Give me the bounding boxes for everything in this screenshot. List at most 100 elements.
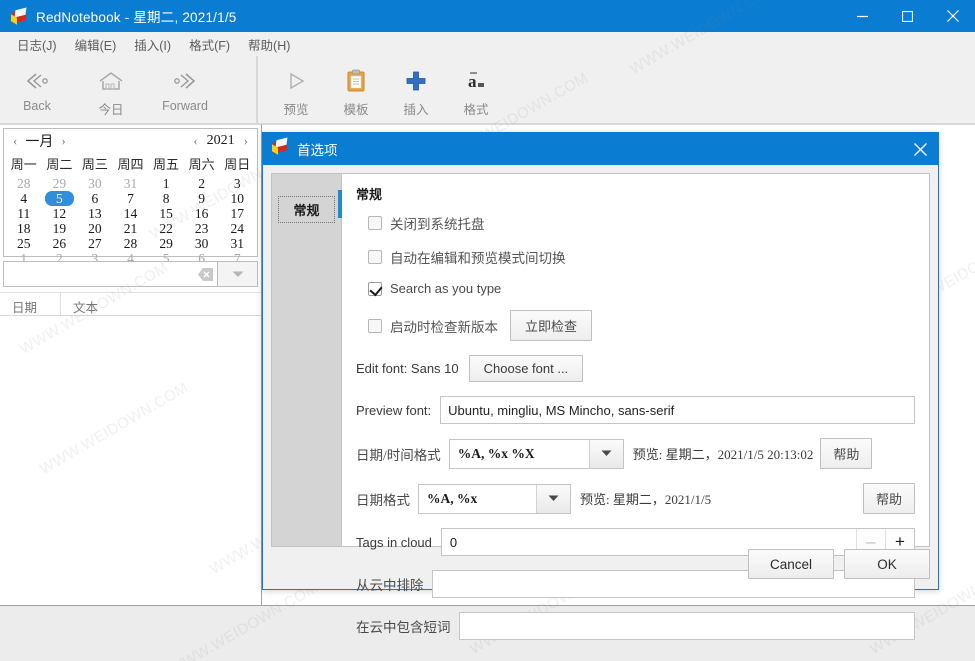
calendar-day[interactable]: 13 (77, 206, 113, 221)
calendar-day[interactable]: 22 (148, 221, 184, 236)
choose-font-button[interactable]: Choose font ... (468, 355, 584, 382)
calendar-day[interactable]: 27 (77, 236, 113, 251)
column-header-date[interactable]: 日期 (0, 293, 61, 315)
calendar-day[interactable]: 31 (219, 236, 255, 251)
datetime-format-combo[interactable]: %A, %x %X (448, 438, 624, 469)
search-as-you-type-checkbox[interactable] (368, 281, 382, 296)
check-now-button[interactable]: 立即检查 (510, 310, 593, 341)
calendar-prev-month-button[interactable]: ‹ (9, 133, 21, 149)
calendar-day[interactable]: 24 (219, 221, 255, 236)
window-titlebar: RedNotebook - 星期二, 2021/1/5 (0, 0, 975, 32)
calendar-day[interactable]: 31 (113, 176, 149, 191)
check-version-on-startup-checkbox[interactable] (368, 318, 382, 333)
calendar-day[interactable]: 30 (77, 176, 113, 191)
calendar-day[interactable]: 21 (113, 221, 149, 236)
calendar-day[interactable]: 4 (6, 191, 42, 206)
calendar-day[interactable]: 28 (6, 176, 42, 191)
calendar-day[interactable]: 8 (148, 191, 184, 206)
date-format-combo[interactable]: %A, %x (418, 483, 571, 514)
preview-font-label: Preview font: (356, 402, 432, 418)
toolbar-today-label: 今日 (98, 103, 124, 117)
calendar-day[interactable]: 9 (184, 191, 220, 206)
calendar-prev-year-button[interactable]: ‹ (189, 133, 201, 149)
auto-switch-edit-preview-checkbox[interactable] (368, 250, 382, 264)
calendar-day[interactable]: 19 (42, 221, 78, 236)
toolbar-insert[interactable]: 插入 (386, 56, 446, 122)
chevron-down-icon[interactable] (536, 484, 570, 513)
chevron-down-icon[interactable] (588, 439, 623, 468)
toolbar-format[interactable]: a 格式 (446, 56, 506, 122)
check-version-label: 启动时检查新版本 (390, 319, 498, 335)
tab-general[interactable]: 常规 (278, 196, 335, 223)
pane-title: 常规 (356, 187, 383, 202)
calendar-next-year-button[interactable]: › (240, 133, 252, 149)
calendar-day[interactable]: 29 (42, 176, 78, 191)
calendar-day[interactable]: 12 (42, 206, 78, 221)
datetime-format-preview: 预览: 星期二，2021/1/5 20:13:02 (632, 447, 814, 462)
clipboard-template-icon (345, 66, 367, 96)
datetime-format-value: %A, %x %X (457, 445, 535, 461)
toolbar-today[interactable]: 今日 (74, 56, 148, 122)
date-format-preview: 预览: 星期二，2021/1/5 (580, 492, 712, 507)
cancel-button[interactable]: Cancel (748, 549, 834, 579)
datetime-format-help-button[interactable]: 帮助 (820, 438, 873, 469)
column-header-text[interactable]: 文本 (61, 293, 98, 315)
date-format-value: %A, %x (427, 490, 478, 506)
close-to-tray-label: 关闭到系统托盘 (390, 217, 485, 232)
close-to-tray-row: 关闭到系统托盘 (356, 213, 915, 233)
calendar-day[interactable]: 7 (113, 191, 149, 206)
calendar-day[interactable]: 2 (184, 176, 220, 191)
minimize-button[interactable] (840, 0, 885, 32)
search-box[interactable] (3, 261, 218, 287)
toolbar-preview[interactable]: 预览 (266, 56, 326, 122)
dialog-close-button[interactable] (902, 133, 938, 165)
calendar-day[interactable]: 3 (219, 176, 255, 191)
calendar-day[interactable]: 30 (184, 236, 220, 251)
calendar-day[interactable]: 17 (219, 206, 255, 221)
calendar-next-month-button[interactable]: › (57, 133, 69, 149)
calendar-day[interactable]: 15 (148, 206, 184, 221)
plus-insert-icon (405, 66, 427, 96)
auto-switch-label: 自动在编辑和预览模式间切换 (390, 251, 566, 266)
calendar-day[interactable]: 14 (113, 206, 149, 221)
calendar-day[interactable]: 25 (6, 236, 42, 251)
include-short-words-input[interactable] (458, 612, 915, 640)
menu-edit[interactable]: 编辑(E) (66, 32, 126, 57)
calendar-weekday: 周三 (81, 157, 108, 172)
menu-journal[interactable]: 日志(J) (8, 32, 66, 57)
calendar-day[interactable]: 6 (77, 191, 113, 206)
date-format-help-button[interactable]: 帮助 (862, 483, 915, 514)
datetime-format-label: 日期/时间格式 (356, 447, 441, 463)
search-input[interactable] (8, 267, 197, 281)
close-to-tray-checkbox[interactable] (368, 216, 382, 230)
calendar-day[interactable]: 16 (184, 206, 220, 221)
ok-button[interactable]: OK (844, 549, 930, 579)
calendar-day[interactable]: 26 (42, 236, 78, 251)
calendar-day[interactable]: 1 (148, 176, 184, 191)
calendar-day-selected[interactable]: 5 (44, 191, 75, 206)
result-list-header: 日期 文本 (0, 292, 261, 316)
dialog-titlebar: 首选项 (263, 133, 938, 165)
toolbar-actions-group: 预览 模板 插入 a 格式 (257, 56, 975, 124)
calendar-day[interactable]: 23 (184, 221, 220, 236)
calendar-day[interactable]: 10 (219, 191, 255, 206)
calendar-day[interactable]: 18 (6, 221, 42, 236)
menu-help[interactable]: 帮助(H) (239, 32, 299, 57)
preferences-dialog: 首选项 常规 常规 关闭到系统托盘 自动在编辑和预览模式间切换 Search a… (262, 132, 939, 640)
toolbar-back[interactable]: Back (0, 56, 74, 122)
maximize-button[interactable] (885, 0, 930, 32)
calendar: ‹ 一月 › ‹ 2021 › 周一 周二 周三 周四 周五 周六 周日 28 … (3, 128, 258, 266)
close-button[interactable] (930, 0, 975, 32)
menu-format[interactable]: 格式(F) (180, 32, 239, 57)
search-history-dropdown[interactable] (218, 261, 258, 287)
toolbar-forward[interactable]: Forward (148, 56, 222, 122)
calendar-day[interactable]: 29 (148, 236, 184, 251)
calendar-day[interactable]: 20 (77, 221, 113, 236)
preview-font-input[interactable]: Ubuntu, mingliu, MS Mincho, sans-serif (440, 396, 915, 424)
tags-in-cloud-label: Tags in cloud (356, 534, 432, 550)
calendar-day[interactable]: 28 (113, 236, 149, 251)
menu-insert[interactable]: 插入(I) (125, 32, 180, 57)
toolbar-template[interactable]: 模板 (326, 56, 386, 122)
calendar-day[interactable]: 11 (6, 206, 42, 221)
clear-text-icon[interactable] (197, 267, 213, 281)
